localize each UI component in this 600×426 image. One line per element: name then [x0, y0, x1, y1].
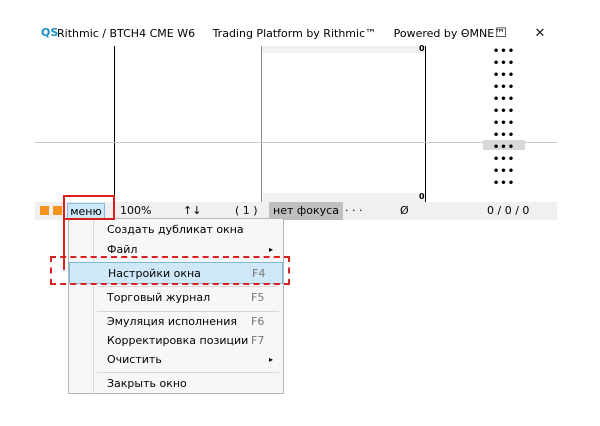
counters: 0 / 0 / 0	[487, 204, 530, 217]
dots-row: •••	[492, 166, 516, 177]
top-zero-label: 0	[419, 44, 425, 53]
minimize-button[interactable]: –	[449, 24, 479, 44]
dots-row: •••	[492, 130, 516, 141]
dots-row: •••	[492, 142, 516, 153]
qs-logo-icon: QS	[41, 26, 59, 39]
orange-square-icon	[40, 206, 49, 215]
dots-row: •••	[492, 58, 516, 69]
dots-row: •••	[492, 118, 516, 129]
divider-line	[425, 46, 426, 202]
divider-line	[114, 46, 115, 202]
close-button[interactable]: ✕	[525, 24, 555, 44]
dots-row: •••	[492, 70, 516, 81]
horizontal-line	[35, 142, 557, 143]
menu-item-trade-journal[interactable]: Торговый журнал F5	[69, 287, 283, 309]
window-settings-highlight	[50, 256, 290, 285]
dots-row: •••	[492, 178, 516, 189]
bottom-zero-label: 0	[419, 192, 425, 201]
chart-area[interactable]: 0 0 ••• ••• ••• ••• ••• ••• ••• ••• ••• …	[35, 44, 557, 202]
context-menu: Создать дубликат окна Файл ▸ Настройки о…	[68, 218, 284, 394]
menu-item-shortcut: F5	[251, 291, 265, 304]
menu-item-label: Торговый журнал	[107, 291, 211, 304]
maximize-button[interactable]: ☐	[486, 24, 516, 44]
menu-button-highlight	[63, 195, 115, 220]
menu-item-duplicate-window[interactable]: Создать дубликат окна	[69, 219, 283, 241]
menu-item-label: Очистить	[107, 353, 162, 366]
dots-row: •••	[492, 106, 516, 117]
empty-set-icon[interactable]: Ø	[400, 202, 409, 220]
ellipsis-indicator[interactable]: · · ·	[345, 202, 362, 220]
rithmic-window: QS Rithmic / BTCH4 CME W6 Trading Platfo…	[35, 22, 557, 220]
menu-item-label: Закрыть окно	[107, 377, 187, 390]
dots-row: •••	[492, 154, 516, 165]
orange-square-icon	[53, 206, 62, 215]
dots-row: •••	[492, 46, 516, 57]
title-instrument: Rithmic / BTCH4 CME W6	[57, 27, 196, 40]
menu-item-label: Создать дубликат окна	[107, 223, 244, 236]
menu-item-clear[interactable]: Очистить ▸	[69, 349, 283, 371]
dots-row: •••	[492, 82, 516, 93]
title-platform: Trading Platform by Rithmic™	[212, 27, 377, 40]
divider-line	[261, 46, 262, 202]
top-gray-bar	[261, 46, 425, 53]
submenu-arrow-icon: ▸	[269, 355, 274, 364]
dots-column[interactable]: ••• ••• ••• ••• ••• ••• ••• ••• ••• ••• …	[483, 46, 525, 190]
bottom-gray-bar	[261, 193, 425, 202]
title-bar[interactable]: QS Rithmic / BTCH4 CME W6 Trading Platfo…	[35, 22, 557, 46]
menu-item-close-window[interactable]: Закрыть окно	[69, 373, 283, 395]
dots-row: •••	[492, 94, 516, 105]
